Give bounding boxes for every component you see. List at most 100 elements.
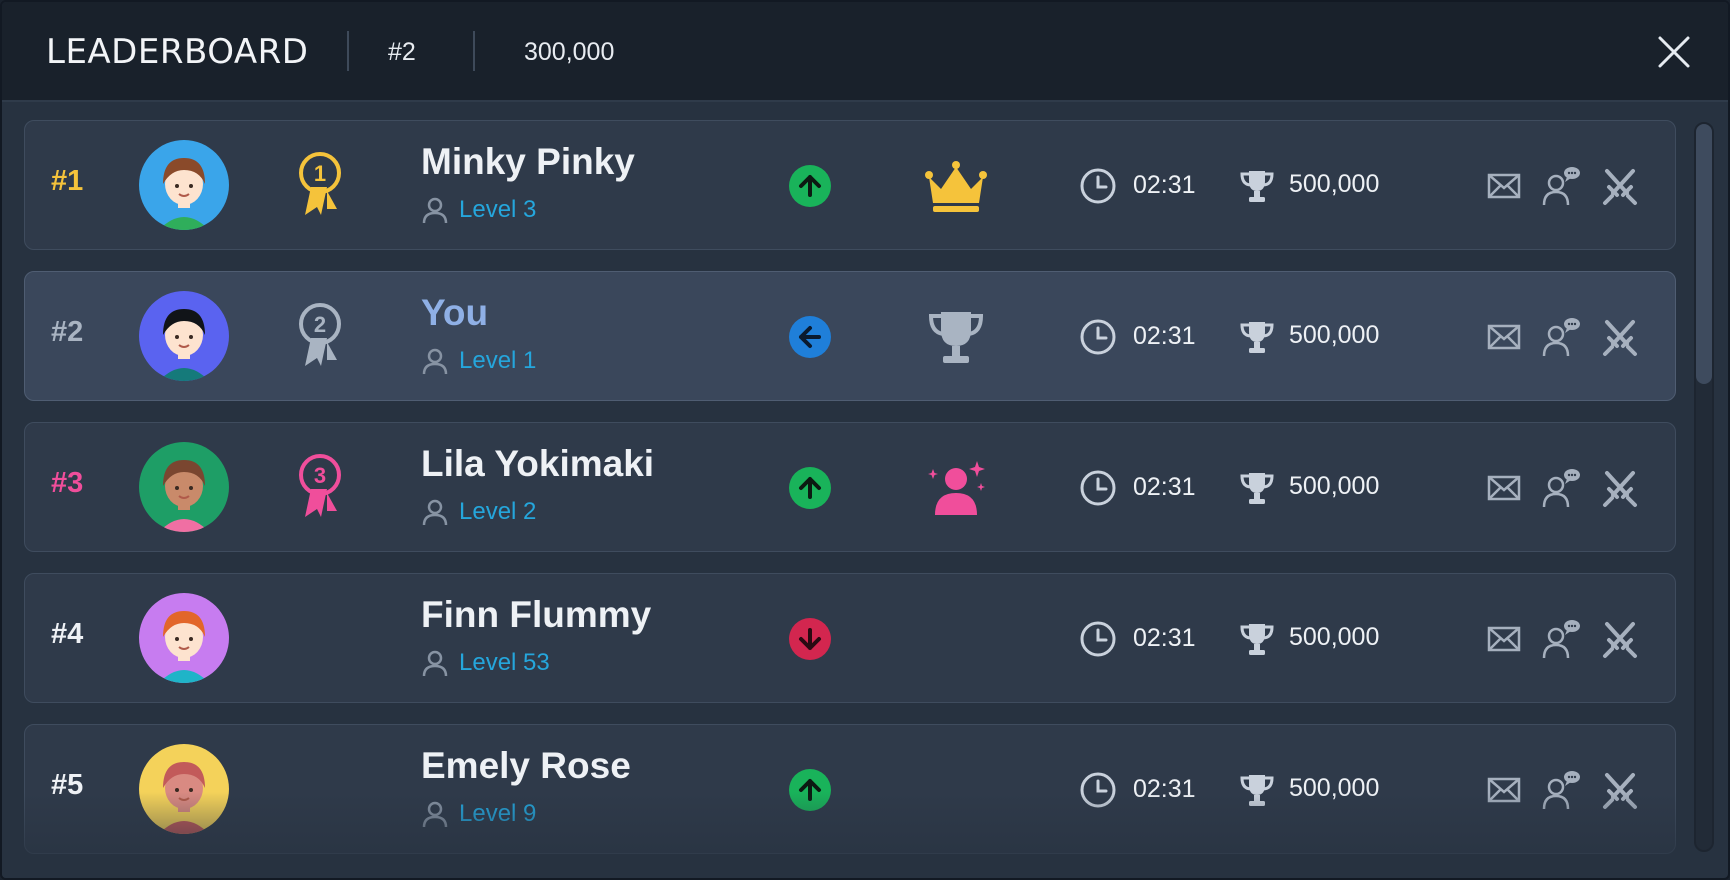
leaderboard-row[interactable]: #3 3 Lila Yokimaki Level 2 02:31 500,000: [24, 422, 1676, 552]
crossed-swords-button[interactable]: [1597, 465, 1643, 511]
player-name[interactable]: You: [421, 292, 488, 334]
score-label: 500,000: [1289, 774, 1380, 802]
friend-chat-button[interactable]: [1537, 314, 1583, 360]
crossed-swords-button[interactable]: [1597, 163, 1643, 209]
crown-icon: [923, 155, 989, 217]
friend-chat-icon: [1537, 767, 1583, 813]
leaderboard-header: LEADERBOARD #2 300,000: [2, 2, 1728, 102]
clock-icon: [1079, 771, 1117, 809]
header-divider: [473, 31, 475, 71]
crossed-swords-icon: [1597, 767, 1643, 813]
clock-icon: [1079, 318, 1117, 356]
friend-chat-button[interactable]: [1537, 465, 1583, 511]
leaderboard-row[interactable]: #4 Finn Flummy Level 53 02:31 500,000: [24, 573, 1676, 703]
friend-chat-icon: [1537, 163, 1583, 209]
trend-same-icon: [789, 316, 831, 358]
friend-chat-button[interactable]: [1537, 767, 1583, 813]
crossed-swords-button[interactable]: [1597, 314, 1643, 360]
mail-icon: [1481, 163, 1527, 209]
mail-button[interactable]: [1481, 616, 1527, 662]
leaderboard-panel: LEADERBOARD #2 300,000 #1 1 Minky Pinky L…: [0, 0, 1730, 880]
close-button[interactable]: [1652, 30, 1696, 74]
avatar[interactable]: [139, 593, 229, 683]
level-label: Level 2: [459, 498, 537, 525]
person-icon: [421, 196, 449, 224]
avatar[interactable]: [139, 744, 229, 834]
leaderboard-row[interactable]: #2 2 You Level 1 02:31 500,000: [24, 271, 1676, 401]
mail-button[interactable]: [1481, 465, 1527, 511]
silver-medal-icon: 2: [297, 302, 343, 370]
score-trophy-icon: [1237, 620, 1277, 658]
score-label: 500,000: [1289, 321, 1380, 349]
gold-medal-icon: 1: [297, 151, 343, 219]
clock-icon: [1079, 620, 1117, 658]
friend-chat-icon: [1537, 465, 1583, 511]
score-label: 500,000: [1289, 623, 1380, 651]
score-label: 500,000: [1289, 170, 1380, 198]
friend-chat-button[interactable]: [1537, 163, 1583, 209]
clock-icon: [1079, 469, 1117, 507]
mail-icon: [1481, 465, 1527, 511]
rank-label: #1: [51, 165, 84, 197]
svg-text:3: 3: [314, 463, 326, 488]
crossed-swords-icon: [1597, 616, 1643, 662]
crossed-swords-icon: [1597, 163, 1643, 209]
level-label: Level 9: [459, 800, 537, 827]
leaderboard-row[interactable]: #1 1 Minky Pinky Level 3 02:31 500,000: [24, 120, 1676, 250]
trend-down-icon: [789, 618, 831, 660]
crossed-swords-button[interactable]: [1597, 616, 1643, 662]
friend-chat-icon: [1537, 616, 1583, 662]
avatar[interactable]: [139, 140, 229, 230]
player-name[interactable]: Lila Yokimaki: [421, 443, 654, 485]
time-label: 02:31: [1133, 473, 1196, 501]
svg-text:2: 2: [314, 312, 326, 337]
mail-button[interactable]: [1481, 314, 1527, 360]
level-label: Level 53: [459, 649, 550, 676]
rank-label: #2: [51, 316, 84, 348]
crossed-swords-button[interactable]: [1597, 767, 1643, 813]
player-name[interactable]: Minky Pinky: [421, 141, 635, 183]
score-trophy-icon: [1237, 167, 1277, 205]
my-score: 300,000: [524, 38, 615, 66]
svg-text:1: 1: [314, 161, 326, 186]
leaderboard-list[interactable]: #1 1 Minky Pinky Level 3 02:31 500,000 #2 2…: [2, 102, 1692, 878]
rank-label: #4: [51, 618, 84, 650]
clock-icon: [1079, 167, 1117, 205]
friend-chat-icon: [1537, 314, 1583, 360]
person-icon: [421, 347, 449, 375]
avatar[interactable]: [139, 442, 229, 532]
level-label: Level 1: [459, 347, 537, 374]
person-icon: [421, 498, 449, 526]
scrollbar-thumb[interactable]: [1696, 124, 1712, 384]
person-icon: [421, 649, 449, 677]
sparkle-person-icon: [923, 457, 989, 519]
mail-icon: [1481, 314, 1527, 360]
mail-icon: [1481, 616, 1527, 662]
avatar[interactable]: [139, 291, 229, 381]
trend-up-icon: [789, 165, 831, 207]
header-divider: [347, 31, 349, 71]
level-label: Level 3: [459, 196, 537, 223]
player-name[interactable]: Emely Rose: [421, 745, 631, 787]
rank-label: #5: [51, 769, 84, 801]
my-rank: #2: [388, 38, 416, 66]
score-trophy-icon: [1237, 469, 1277, 507]
friend-chat-button[interactable]: [1537, 616, 1583, 662]
leaderboard-row[interactable]: #5 Emely Rose Level 9 02:31 500,000: [24, 724, 1676, 854]
mail-button[interactable]: [1481, 767, 1527, 813]
score-trophy-icon: [1237, 318, 1277, 356]
trend-up-icon: [789, 467, 831, 509]
mail-button[interactable]: [1481, 163, 1527, 209]
person-icon: [421, 800, 449, 828]
player-name[interactable]: Finn Flummy: [421, 594, 651, 636]
trophy-icon: [923, 306, 989, 368]
time-label: 02:31: [1133, 322, 1196, 350]
time-label: 02:31: [1133, 775, 1196, 803]
score-label: 500,000: [1289, 472, 1380, 500]
time-label: 02:31: [1133, 171, 1196, 199]
rank-label: #3: [51, 467, 84, 499]
trend-up-icon: [789, 769, 831, 811]
time-label: 02:31: [1133, 624, 1196, 652]
close-icon: [1658, 36, 1690, 68]
crossed-swords-icon: [1597, 314, 1643, 360]
